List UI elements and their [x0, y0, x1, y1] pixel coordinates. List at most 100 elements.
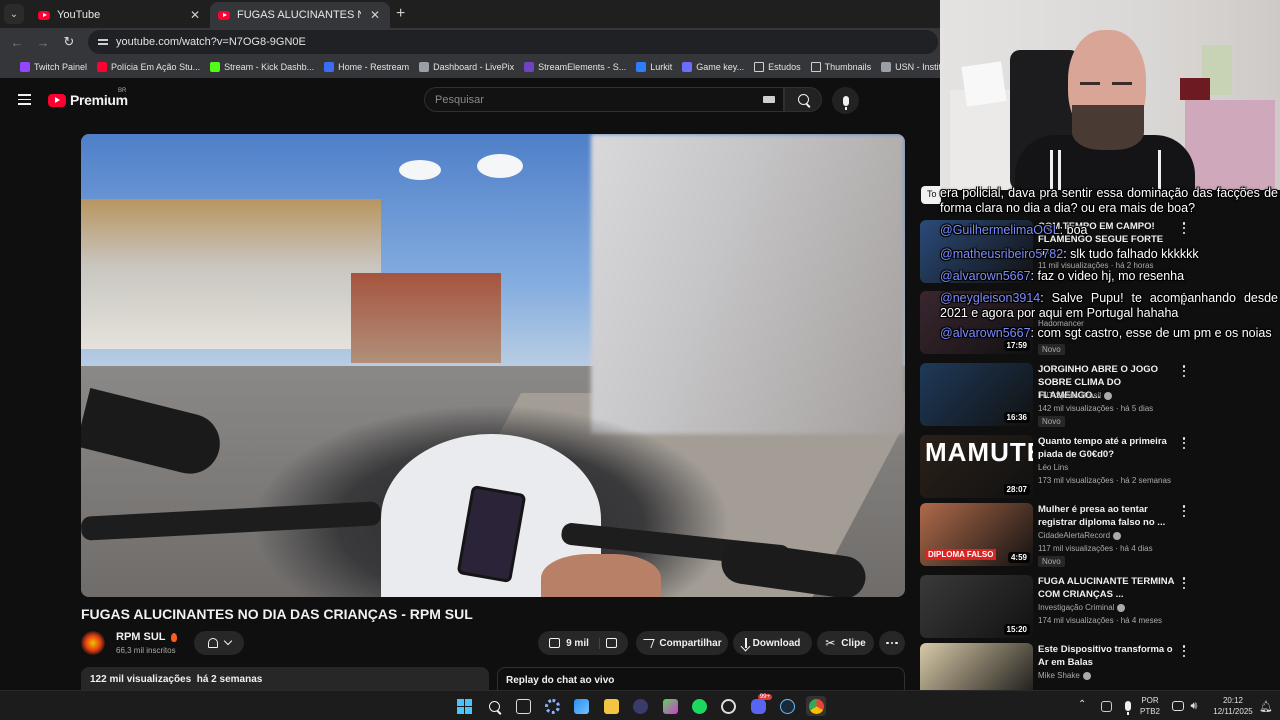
bookmark-item[interactable]: Lurkit: [636, 62, 672, 72]
tray-app-button[interactable]: [1096, 696, 1116, 716]
channel-name[interactable]: Hadomancer: [1038, 319, 1084, 328]
search-taskbar-button[interactable]: [484, 696, 504, 716]
url-field[interactable]: youtube.com/watch?v=N7OG8-9GN0E: [88, 30, 938, 54]
recommended-video[interactable]: DIPLOMA FALSO 4:59 Mulher é presa ao tenta…: [920, 503, 1280, 567]
video-thumbnail[interactable]: 16:36: [920, 363, 1033, 426]
video-title[interactable]: Este Dispositivo transforma o Ar em Bala…: [1038, 643, 1176, 669]
video-title[interactable]: Quanto tempo até a primeira piada de G0€…: [1038, 435, 1176, 461]
chrome-taskbar-button[interactable]: [806, 696, 826, 716]
youtube-premium-logo[interactable]: Premium BR: [48, 88, 128, 108]
voice-search-button[interactable]: [832, 87, 859, 114]
app-taskbar-button[interactable]: [630, 696, 650, 716]
more-actions-button[interactable]: [879, 631, 905, 655]
back-button[interactable]: ←: [6, 31, 28, 53]
spotify-taskbar-button[interactable]: [689, 696, 709, 716]
more-options-icon[interactable]: [1182, 365, 1186, 377]
more-options-icon[interactable]: [1182, 222, 1186, 234]
bookmark-item[interactable]: Thumbnails: [810, 62, 871, 72]
video-thumbnail[interactable]: [920, 643, 1033, 690]
recommended-video[interactable]: COM TEMPO EM CAMPO! FLAMENGO SEGUE FORTE…: [920, 220, 1280, 284]
video-title[interactable]: Mulher é presa ao tentar registrar diplo…: [1038, 503, 1176, 529]
start-button[interactable]: [454, 696, 474, 716]
clip-button[interactable]: ✂ Clipe: [817, 631, 874, 655]
photos-taskbar-button[interactable]: [571, 696, 591, 716]
webcam-shirt-stripe: [1158, 150, 1161, 190]
windows-logo-icon: [456, 698, 472, 714]
more-options-icon[interactable]: [1182, 645, 1186, 657]
notifications-button[interactable]: [194, 631, 244, 655]
language-indicator[interactable]: POR PTB2: [1140, 695, 1160, 717]
apps-grid-icon[interactable]: [8, 62, 10, 73]
tab-video[interactable]: FUGAS ALUCINANTES NO DIA DAS CRIANÇAS - …: [210, 2, 390, 28]
task-view-button[interactable]: [513, 696, 533, 716]
notifications-tray-button[interactable]: 🔔︎: [1256, 696, 1276, 716]
bookmark-item[interactable]: Dashboard - LivePix: [419, 62, 514, 72]
discord-taskbar-button[interactable]: 99+: [748, 694, 772, 716]
recommended-video[interactable]: 17:59 Hadomancer Novo: [920, 291, 1280, 355]
channel-name[interactable]: CidadeAlertaRecord: [1038, 531, 1122, 540]
video-thumbnail[interactable]: 17:59: [920, 291, 1033, 354]
close-icon[interactable]: ✕: [368, 8, 382, 22]
site-info-icon[interactable]: [98, 37, 108, 47]
video-title[interactable]: FUGA ALUCINANTE TERMINA COM CRIANÇAS ...: [1038, 575, 1176, 601]
recommended-video[interactable]: MAMUTE 28:07 Quanto tempo até a primeira p…: [920, 435, 1280, 499]
channel-avatar[interactable]: [81, 631, 105, 655]
new-tab-button[interactable]: +: [396, 5, 405, 23]
close-icon[interactable]: ✕: [188, 8, 202, 22]
bookmark-item[interactable]: Polícia Em Ação Stu...: [97, 62, 200, 72]
windows-taskbar: 99+ ⌃ POR PTB2 🔊︎ 20:12 12/11/2025 🔔︎: [0, 690, 1280, 720]
menu-icon[interactable]: [18, 94, 31, 105]
channel-name[interactable]: Mike Shake: [1038, 671, 1091, 680]
video-player[interactable]: [81, 134, 905, 597]
bookmark-item[interactable]: Estudos: [754, 62, 801, 72]
task-view-icon: [515, 698, 531, 714]
webcam-shelf: [950, 90, 1010, 190]
steam-taskbar-button[interactable]: [777, 696, 797, 716]
forward-button[interactable]: →: [32, 31, 54, 53]
tab-youtube[interactable]: YouTube ✕: [30, 2, 210, 28]
more-options-icon[interactable]: [1182, 505, 1186, 517]
volume-button[interactable]: 🔊︎: [1184, 696, 1204, 716]
bookmark-item[interactable]: USN - Instituto Jone...: [881, 62, 940, 72]
explorer-taskbar-button[interactable]: [601, 696, 621, 716]
tray-mic-button[interactable]: [1118, 696, 1138, 716]
video-thumbnail[interactable]: 15:20: [920, 575, 1033, 638]
share-button[interactable]: Compartilhar: [636, 631, 728, 655]
bookmark-item[interactable]: Stream - Kick Dashb...: [210, 62, 314, 72]
more-options-icon[interactable]: [1182, 293, 1186, 305]
download-button[interactable]: Download: [733, 631, 812, 655]
recommended-video[interactable]: 15:20 FUGA ALUCINANTE TERMINA COM CRIANÇA…: [920, 575, 1280, 639]
microphone-icon: [1125, 701, 1131, 715]
bookmark-item[interactable]: Home - Restream: [324, 62, 409, 72]
channel-name[interactable]: Investigação Criminal: [1038, 603, 1126, 612]
tray-overflow-icon[interactable]: ⌃: [1078, 699, 1086, 710]
bookmark-item[interactable]: StreamElements - S...: [524, 62, 626, 72]
chat-toggle-hint[interactable]: To: [921, 186, 941, 204]
recommended-video[interactable]: Este Dispositivo transforma o Ar em Bala…: [920, 643, 1280, 690]
video-thumbnail[interactable]: [920, 220, 1033, 283]
channel-name[interactable]: Léo Lins: [1038, 463, 1068, 472]
bookmark-item[interactable]: Game key...: [682, 62, 744, 72]
recommended-video[interactable]: 16:36 JORGINHO ABRE O JOGO SOBRE CLIMA DO…: [920, 363, 1280, 427]
thumbs-down-icon[interactable]: [605, 638, 617, 648]
video-thumbnail[interactable]: DIPLOMA FALSO 4:59: [920, 503, 1033, 566]
video-title[interactable]: COM TEMPO EM CAMPO! FLAMENGO SEGUE FORTE…: [1038, 220, 1176, 259]
settings-taskbar-button[interactable]: [542, 696, 562, 716]
bookmark-item[interactable]: Twitch Painel: [20, 62, 87, 72]
video-thumbnail[interactable]: MAMUTE 28:07: [920, 435, 1033, 498]
app-taskbar-button[interactable]: [660, 696, 680, 716]
keyboard-icon[interactable]: [763, 96, 775, 103]
search-input[interactable]: [425, 88, 745, 111]
more-options-icon[interactable]: [1182, 437, 1186, 449]
more-options-icon[interactable]: [1182, 577, 1186, 589]
webcam-brow: [1080, 82, 1100, 85]
search-button[interactable]: [784, 87, 822, 112]
share-icon: [640, 638, 656, 648]
tab-search-button[interactable]: ⌄: [4, 4, 24, 24]
channel-name[interactable]: RPM SUL: [116, 631, 177, 643]
reload-button[interactable]: ↻: [58, 31, 80, 53]
app-taskbar-button[interactable]: [718, 696, 738, 716]
channel-name[interactable]: TNT Sports Brasil: [1038, 391, 1112, 400]
clock[interactable]: 20:12 12/11/2025: [1208, 695, 1258, 717]
like-button[interactable]: 9 mil: [549, 637, 600, 649]
